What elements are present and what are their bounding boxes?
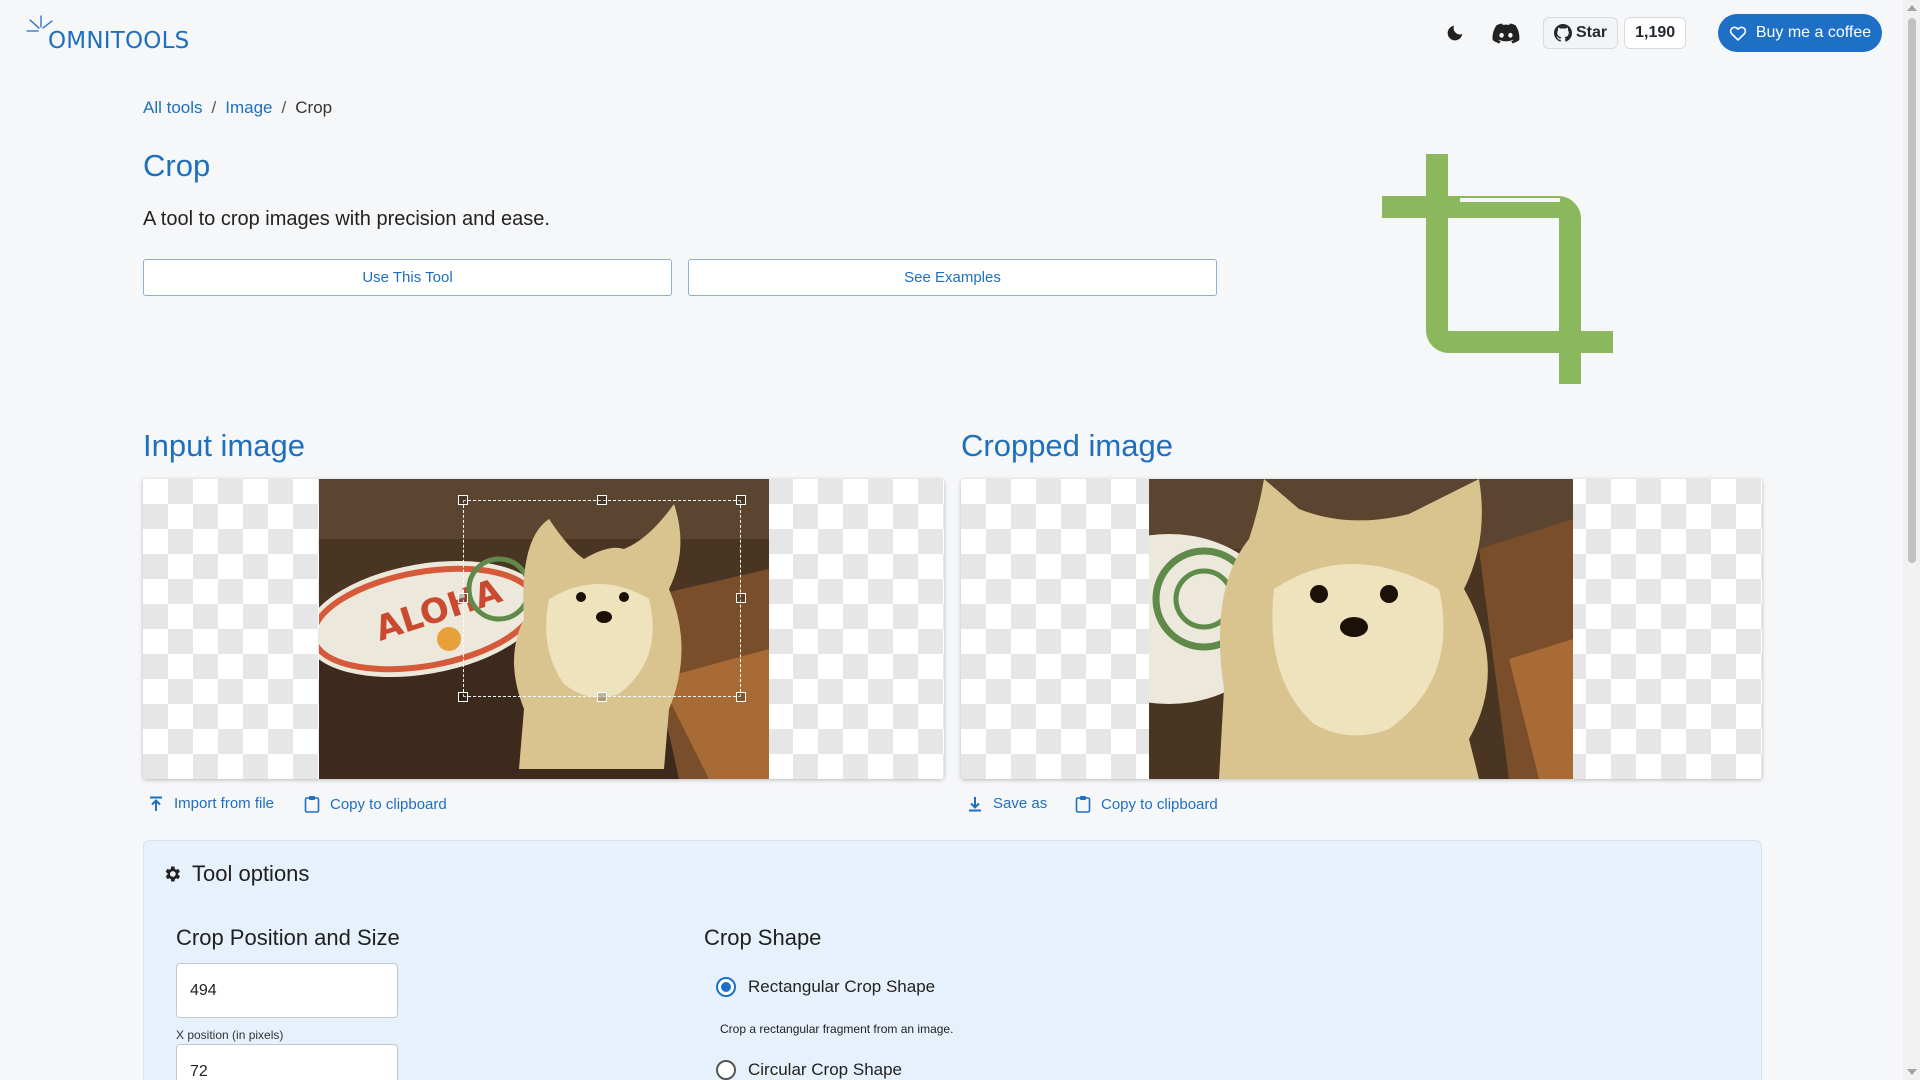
cropped-image-title: Cropped image <box>961 428 1173 463</box>
github-star-count[interactable]: 1,190 <box>1624 17 1687 49</box>
breadcrumb-current: Crop <box>295 98 333 117</box>
rectangular-crop-label: Rectangular Crop Shape <box>748 977 936 996</box>
import-label: Import from file <box>174 795 275 812</box>
upload-icon <box>150 796 162 811</box>
copy-output-button[interactable]: Copy to clipboard <box>1075 795 1218 813</box>
circular-crop-label: Circular Crop Shape <box>748 1060 903 1079</box>
tool-description: A tool to crop images with precision and… <box>143 208 550 230</box>
cropped-photo <box>1149 479 1573 779</box>
crop-handle[interactable] <box>597 495 607 505</box>
clipboard-icon <box>1075 796 1091 813</box>
scroll-up-icon[interactable] <box>1907 5 1917 11</box>
crop-handle[interactable] <box>458 593 468 603</box>
radio-unselected-icon[interactable] <box>716 1060 736 1080</box>
discord-icon[interactable] <box>1489 19 1523 49</box>
moon-icon[interactable] <box>1439 19 1469 49</box>
crop-handle[interactable] <box>736 692 746 702</box>
copy-output-label: Copy to clipboard <box>1101 795 1218 813</box>
buy-me-a-coffee-button[interactable]: Buy me a coffee <box>1718 14 1882 52</box>
coffee-label: Buy me a coffee <box>1755 24 1872 41</box>
crop-icon <box>1382 154 1613 384</box>
omnitools-logo[interactable]: OMNITOOLS <box>26 14 189 54</box>
save-as-button[interactable]: Save as <box>967 795 1047 812</box>
logo-spark-icon <box>26 15 53 32</box>
breadcrumb-separator: / <box>211 98 217 117</box>
download-icon <box>969 796 981 811</box>
tool-options-header: Tool options <box>162 861 309 887</box>
copy-input-button[interactable]: Copy to clipboard <box>304 795 447 813</box>
page-scrollbar[interactable] <box>1903 0 1920 1080</box>
crop-handle[interactable] <box>736 495 746 505</box>
use-this-tool-button[interactable]: Use This Tool <box>143 259 672 296</box>
github-widget: Star 1,190 <box>1543 17 1687 49</box>
x-position-input[interactable]: 494 <box>176 963 398 1018</box>
crop-position-title: Crop Position and Size <box>176 925 400 950</box>
scroll-down-icon[interactable] <box>1907 1069 1917 1075</box>
circular-crop-option[interactable]: Circular Crop Shape <box>716 1060 902 1080</box>
breadcrumb-separator: / <box>281 98 287 117</box>
save-as-label: Save as <box>993 795 1048 812</box>
crop-handle[interactable] <box>736 593 746 603</box>
input-image-title: Input image <box>143 428 305 463</box>
crop-selection-box[interactable] <box>463 500 741 697</box>
cropped-image-panel <box>961 479 1762 779</box>
breadcrumb-all-tools[interactable]: All tools <box>143 98 203 118</box>
crop-shape-title: Crop Shape <box>704 925 822 950</box>
see-examples-button[interactable]: See Examples <box>688 259 1217 296</box>
x-position-label: X position (in pixels) <box>176 1028 284 1042</box>
tool-options-title: Tool options <box>192 861 310 886</box>
radio-selected-icon[interactable] <box>716 977 736 997</box>
crop-handle[interactable] <box>458 495 468 505</box>
crop-handle[interactable] <box>458 692 468 702</box>
heart-icon <box>1729 26 1746 41</box>
github-icon <box>1554 24 1572 42</box>
tool-options-panel: Tool options Crop Position and Size 494 … <box>143 840 1762 1080</box>
rectangular-crop-description: Crop a rectangular fragment from an imag… <box>720 1022 954 1036</box>
import-from-file-button[interactable]: Import from file <box>148 795 274 812</box>
github-star-label: Star <box>1576 24 1608 41</box>
breadcrumb-image[interactable]: Image <box>225 98 272 118</box>
clipboard-icon <box>304 796 320 813</box>
github-star-button[interactable]: Star <box>1543 17 1619 49</box>
rectangular-crop-option[interactable]: Rectangular Crop Shape <box>716 977 935 997</box>
page-title: Crop <box>143 148 211 183</box>
scroll-thumb[interactable] <box>1908 18 1916 563</box>
copy-input-label: Copy to clipboard <box>330 795 447 813</box>
input-image-panel[interactable]: ALOHA <box>143 479 944 779</box>
crop-handle[interactable] <box>597 692 607 702</box>
logo-text: OMNITOOLS <box>48 28 190 54</box>
gear-icon <box>165 866 180 882</box>
y-position-input[interactable]: 72 <box>176 1044 398 1080</box>
breadcrumb: All tools / Image / Crop <box>143 98 332 118</box>
